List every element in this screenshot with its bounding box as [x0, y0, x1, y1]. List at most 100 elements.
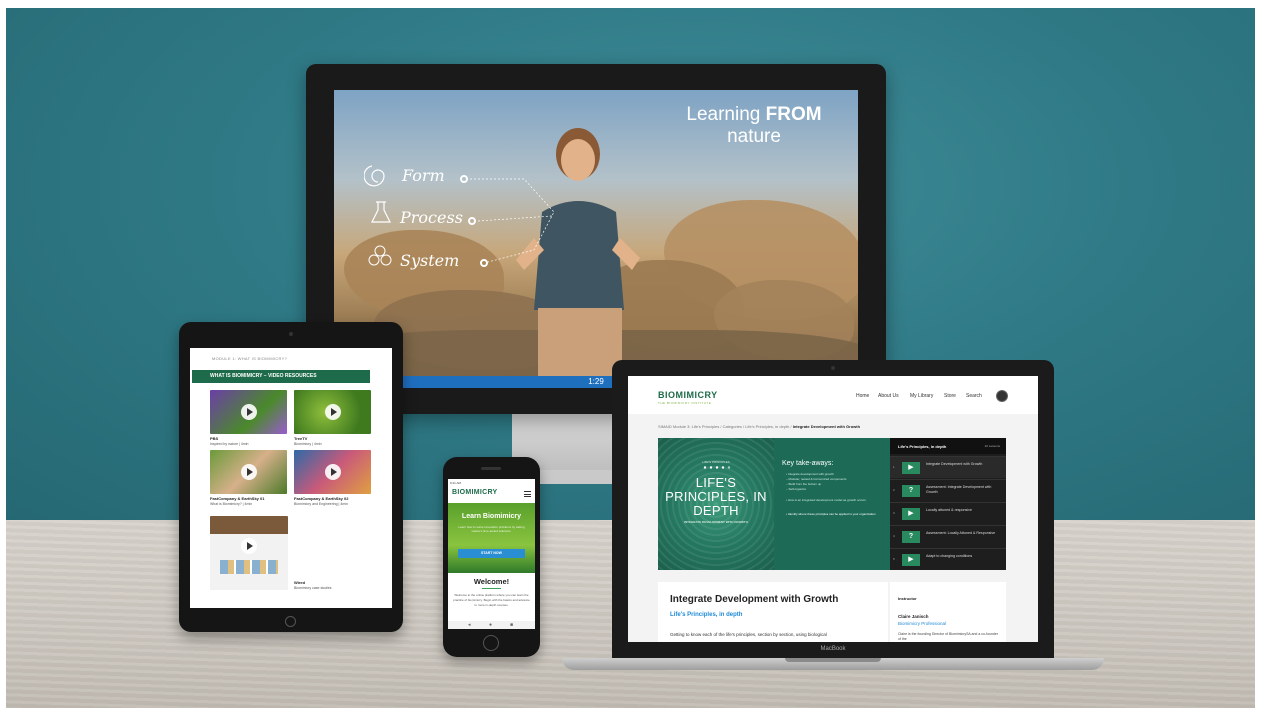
- imac-video-player[interactable]: Learning FROM nature Form Process System: [334, 90, 858, 388]
- hero-title: Learn Biomimicry: [461, 513, 522, 520]
- takeaway-item: • How is an integrated development model…: [786, 498, 866, 502]
- hero-subtitle: INTEGRATE DEVELOPMENT WITH GROWTH: [684, 520, 748, 524]
- lesson-label: Adapt to changing conditions: [926, 554, 973, 558]
- video-thumb-treetv[interactable]: [294, 390, 371, 434]
- home-circle-icon[interactable]: ●: [489, 622, 492, 628]
- macbook-opening-notch: [785, 658, 881, 662]
- video-subtitle: Biomimicry case studies: [294, 586, 332, 590]
- key-takeaways-title: Key take-aways:: [782, 460, 834, 467]
- quiz-icon: ?: [902, 531, 920, 543]
- play-icon: ▶: [902, 554, 920, 566]
- welcome-heading: Welcome!: [473, 577, 510, 586]
- lesson-item[interactable]: 1 ▶ Integrate Development with Growth: [890, 456, 1006, 478]
- lesson-sidebar: Life's Principles, in depth 10 Lessons 1…: [890, 438, 1006, 570]
- lesson-number: 3: [893, 511, 895, 515]
- lesson-content: Integrate Development with Growth Life's…: [658, 582, 888, 642]
- video-thumb-fastcompany-01[interactable]: [210, 450, 287, 494]
- takeaway-item: • Identify where these principles can be…: [786, 512, 876, 516]
- hero-text: Learn how to solve innovation problems b…: [458, 525, 525, 533]
- takeaway-item: – Build from the bottom up: [786, 482, 822, 486]
- breadcrumb[interactable]: SIMAID Module 3: Life's Principles / Cat…: [658, 424, 860, 429]
- macbook-camera: [831, 366, 835, 370]
- video-thumb-wired[interactable]: [210, 516, 288, 590]
- lesson-item[interactable]: 5 ▶ Adapt to changing conditions: [890, 548, 1006, 570]
- site-navbar: BIOMIMICRY THE BIOMIMICRY INSTITUTE Home…: [628, 376, 1038, 414]
- lesson-label: Integrate Development with Growth: [926, 462, 983, 466]
- video-subtitle: Biomimicry | 4min: [294, 442, 322, 446]
- video-subtitle: Biomimicry and Engineering | 4min: [294, 502, 349, 506]
- video-resources-header: WHAT IS BIOMIMICRY – VIDEO RESOURCES: [192, 370, 370, 383]
- instructor-label: Instructor: [898, 596, 917, 601]
- play-icon: ▶: [902, 462, 920, 474]
- welcome-body: Welcome to the online platform where you…: [453, 593, 530, 607]
- lesson-label: Assessment: Locally Attuned & Responsive: [926, 531, 996, 535]
- video-title[interactable]: TreeTV: [294, 436, 374, 441]
- lesson-label: Locally attuned & responsive: [926, 508, 972, 512]
- lesson-item[interactable]: 3 ▶ Locally attuned & responsive: [890, 502, 1006, 524]
- hero-title: LIFE'S PRINCIPLES, IN DEPTH: [665, 475, 767, 518]
- hero-pattern-panel: LIFE'S PRINCIPLES LIFE'S PRINCIPLES, IN …: [658, 438, 774, 570]
- video-title[interactable]: PBS: [210, 436, 290, 441]
- lesson-item[interactable]: 4 ? Assessment: Locally Attuned & Respon…: [890, 525, 1006, 547]
- video-title[interactable]: FastCompany & EarthSky 02: [294, 496, 374, 501]
- logo-tagline: THE BIOMIMICRY INSTITUTE: [658, 401, 712, 405]
- lesson-number: 2: [893, 488, 895, 492]
- video-thumb-fastcompany-02[interactable]: [294, 450, 371, 494]
- video-subtitle: What is Biomimicry? | 4min: [210, 502, 253, 506]
- instructor-card: Instructor Claire Janisch Biomimicry Pro…: [890, 582, 1006, 642]
- start-now-button[interactable]: START NOW: [458, 549, 525, 558]
- heading-divider: [482, 588, 501, 589]
- biomimicry-logo[interactable]: BIOMIMICRY: [452, 489, 498, 496]
- bottom-border: [0, 708, 1261, 717]
- iphone-device: 9:41 AM BIOMIMICRY Learn Biomimicry Lear…: [443, 457, 540, 657]
- play-icon: ▶: [902, 508, 920, 520]
- nav-about-us[interactable]: About Us: [878, 393, 899, 399]
- lesson-count: 10 Lessons: [984, 444, 1000, 448]
- iphone-screen: 9:41 AM BIOMIMICRY Learn Biomimicry Lear…: [448, 479, 535, 629]
- ipad-device: MODULE 1: WHAT IS BIOMIMICRY? WHAT IS BI…: [179, 322, 403, 632]
- nav-store[interactable]: Store: [944, 393, 956, 399]
- device-mockup-scene: Learning FROM nature Form Process System: [0, 0, 1261, 717]
- user-avatar[interactable]: [996, 390, 1008, 402]
- iphone-speaker: [481, 467, 501, 470]
- video-thumb-pbs[interactable]: [210, 390, 287, 434]
- lesson-item[interactable]: 2 ? Assessment: Integrate Development wi…: [890, 479, 1006, 501]
- lesson-number: 1: [893, 465, 895, 469]
- ipad-home-button[interactable]: [285, 616, 296, 627]
- instructor-role[interactable]: Biomimicry Professional: [898, 621, 946, 626]
- biomimicry-logo[interactable]: BIOMIMICRY: [658, 390, 718, 400]
- breadcrumb-path[interactable]: SIMAID Module 3: Life's Principles / Cat…: [658, 424, 793, 429]
- instructor-name: Claire Janisch: [898, 614, 929, 619]
- ipad-screen: MODULE 1: WHAT IS BIOMIMICRY? WHAT IS BI…: [190, 348, 392, 608]
- video-title[interactable]: FastCompany & EarthSky 01: [210, 496, 290, 501]
- video-title[interactable]: Wired: [294, 580, 374, 585]
- lesson-label: Assessment: Integrate Development with G…: [926, 485, 992, 494]
- breadcrumb-current: Integrate Development with Growth: [792, 424, 861, 429]
- takeaway-item: – Self-organize: [786, 487, 807, 491]
- lesson-title: Integrate Development with Growth: [670, 594, 839, 605]
- lesson-number: 5: [893, 557, 895, 561]
- case-study-collage: [220, 560, 278, 574]
- recents-square-icon[interactable]: ■: [510, 622, 513, 628]
- play-icon: [240, 404, 257, 420]
- hero-dots: [703, 466, 731, 469]
- nav-my-library[interactable]: My Library: [910, 393, 933, 399]
- nav-home[interactable]: Home: [856, 393, 869, 399]
- sidebar-title-text: Life's Principles, in depth: [898, 444, 947, 449]
- back-arrow-icon[interactable]: ◂: [468, 622, 471, 628]
- status-bar-time: 9:41 AM: [450, 481, 462, 485]
- nav-search[interactable]: Search: [966, 393, 982, 399]
- left-border: [0, 0, 6, 717]
- lesson-hero: LIFE'S PRINCIPLES LIFE'S PRINCIPLES, IN …: [658, 438, 890, 570]
- sidebar-title: Life's Principles, in depth 10 Lessons: [890, 438, 1006, 454]
- course-link[interactable]: Life's Principles, in depth: [670, 612, 742, 618]
- video-subtitle: Inspired by nature | 4min: [210, 442, 249, 446]
- hamburger-menu-icon[interactable]: [524, 491, 531, 497]
- overlay-connector-lines: [470, 178, 555, 263]
- ipad-breadcrumb[interactable]: MODULE 1: WHAT IS BIOMIMICRY?: [212, 356, 287, 361]
- browser-nav-bar: ◂ ● ■: [448, 621, 535, 629]
- macbook-label: MacBook: [820, 646, 846, 652]
- iphone-home-button[interactable]: [483, 635, 499, 651]
- instructor-bio: Claire is the founding Director of Biomi…: [898, 632, 998, 641]
- lesson-text: Getting to know each of the life's princ…: [670, 632, 827, 637]
